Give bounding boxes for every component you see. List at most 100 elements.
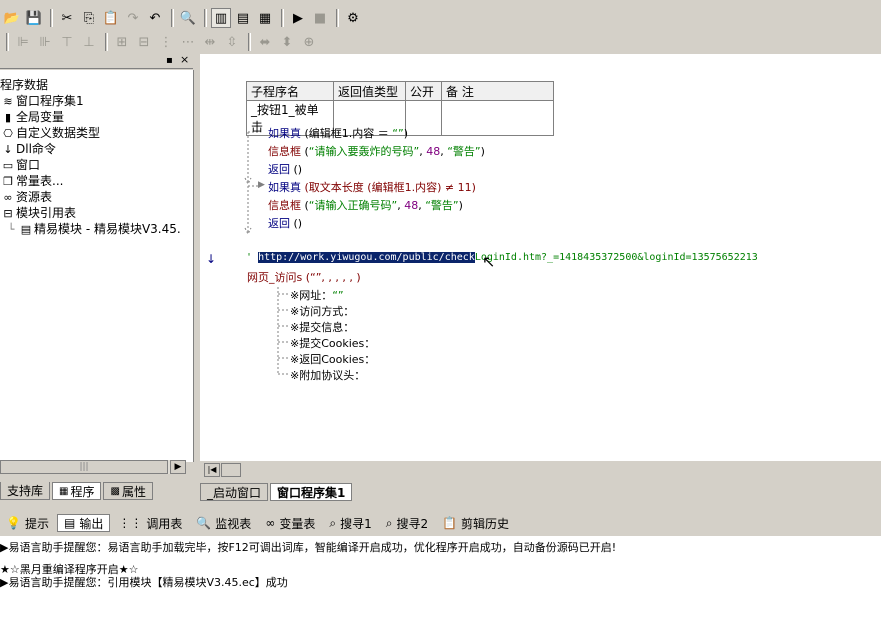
save-icon[interactable]: 💾 <box>24 8 44 28</box>
selected-text[interactable]: http://work.yiwugou.com/public/check <box>258 252 475 263</box>
param-6[interactable]: ※附加协议头： <box>290 367 365 383</box>
stop-icon[interactable]: ■ <box>310 8 330 28</box>
tab-call-table[interactable]: ⋮⋮ 调用表 <box>112 514 189 532</box>
keyword: 返回 <box>268 217 290 230</box>
output-line: ▶易语言助手提醒您：易语言助手加载完毕，按F12可调出词库，智能编译开启成功，优… <box>0 541 617 554</box>
program-tree: 程序数据 ≋ 窗口程序集1 ▮ 全局变量 ⎔ 自定义数据类型 ↓ Dll命令 ▭ 窗口 ❒… <box>0 70 194 474</box>
datatype-icon: ⎔ <box>3 127 13 140</box>
code-line-2[interactable]: 信息框 (“请输入要轰炸的号码”, 48, “警告”) <box>268 143 485 159</box>
tab-label: 搜寻2 <box>396 516 429 531</box>
tree-item-constant[interactable]: ❒ 常量表... <box>0 173 63 189</box>
layout1-icon[interactable]: ▥ <box>211 8 231 28</box>
tab-support-lib[interactable]: 支持库 <box>0 482 51 500</box>
tree-item-global-var[interactable]: ▮ 全局变量 <box>0 109 64 125</box>
code-text: (取文本长度 (编辑框1.内容) ≠ 11) <box>301 181 476 194</box>
tree-item-window[interactable]: ▭ 窗口 <box>0 157 40 173</box>
copy-icon[interactable]: ⎘ <box>79 8 99 28</box>
pin-icon[interactable]: ▪ <box>166 55 173 66</box>
tree-item-label: 自定义数据类型 <box>16 126 101 140</box>
scroll-thumb[interactable] <box>221 463 241 477</box>
tab-label: 窗口程序集1 <box>277 485 346 500</box>
tab-search-2[interactable]: ⌕ 搜寻2 <box>379 514 435 532</box>
param-1[interactable]: ※网址：“” <box>290 287 344 303</box>
align-center-icon[interactable]: ⊪ <box>35 32 55 52</box>
output-panel[interactable]: ▶易语言助手提醒您：易语言助手加载完毕，按F12可调出词库，智能编译开启成功，优… <box>0 536 881 640</box>
layout3-icon[interactable]: ▦ <box>255 8 275 28</box>
tab-label: 调用表 <box>146 516 183 531</box>
scroll-left-icon[interactable]: |◀ <box>204 463 220 477</box>
scroll-thumb[interactable]: ||| <box>0 460 168 474</box>
code-text: ) <box>403 127 408 140</box>
hspace-icon[interactable]: ⋮ <box>156 32 176 52</box>
tab-startup-window[interactable]: _启动窗口 <box>200 483 269 501</box>
cut-icon[interactable]: ✂ <box>57 8 77 28</box>
center-h-icon[interactable]: ⬌ <box>255 32 275 52</box>
editor-hscrollbar[interactable]: |◀ <box>204 462 881 478</box>
tree-item-label: 窗口程序集1 <box>16 94 84 108</box>
comment-mark: ' <box>246 252 253 263</box>
same-height-icon[interactable]: ⊟ <box>134 32 154 52</box>
keyword: 返回 <box>268 163 290 176</box>
tab-output[interactable]: ▤ 输出 <box>56 514 111 532</box>
param-value: “” <box>332 289 344 302</box>
tab-window-set-1[interactable]: 窗口程序集1 <box>270 483 353 501</box>
align-top-icon[interactable]: ⊤ <box>57 32 77 52</box>
left-hscrollbar[interactable]: ||| ▶ <box>0 460 186 474</box>
find-icon[interactable]: 🔍 <box>178 8 198 28</box>
tab-variables[interactable]: ∞ 变量表 <box>259 514 322 532</box>
url-text: LoginId.htm?_=1418435372500&loginId=1357… <box>474 252 758 263</box>
code-line-1[interactable]: 如果真 (编辑框1.内容 ＝ “”) <box>268 125 408 141</box>
param-3[interactable]: ※提交信息： <box>290 319 354 335</box>
align-left-icon[interactable]: ⊫ <box>13 32 33 52</box>
tree-item-datatype[interactable]: ⎔ 自定义数据类型 <box>0 125 100 141</box>
expand-arrow-icon[interactable]: ▶ <box>258 180 265 190</box>
tab-program[interactable]: ▦ 程序 <box>52 482 102 500</box>
tree-item-module-file[interactable]: └ ▤ 精易模块 - 精易模块V3.45. <box>4 221 181 237</box>
redo-icon[interactable]: ↷ <box>123 8 143 28</box>
tree-item-module[interactable]: ⊟ 模块引用表 <box>0 205 76 221</box>
close-icon[interactable]: × <box>180 53 189 66</box>
paste-icon[interactable]: 📋 <box>101 8 121 28</box>
tree-item-resource[interactable]: ∞ 资源表 <box>0 189 52 205</box>
align-bottom-icon[interactable]: ⊥ <box>79 32 99 52</box>
code-line-5[interactable]: 信息框 (“请输入正确号码”, 48, “警告”) <box>268 197 463 213</box>
tab-clip-history[interactable]: 📋 剪辑历史 <box>436 514 516 532</box>
code-line-url[interactable]: ' http://work.yiwugou.com/public/checkLo… <box>246 252 758 263</box>
tree-item-label: 窗口 <box>16 158 41 172</box>
tree-item-window-set[interactable]: ≋ 窗口程序集1 <box>0 93 84 109</box>
code-line-4[interactable]: 如果真 (取文本长度 (编辑框1.内容) ≠ 11) <box>268 179 476 195</box>
separator <box>336 9 339 27</box>
window-set-icon: ≋ <box>3 95 13 108</box>
param-label: ※附加协议头： <box>290 369 366 382</box>
equal-v-icon[interactable]: ⇳ <box>222 32 242 52</box>
run-icon[interactable]: ▶ <box>288 8 308 28</box>
open-icon[interactable]: 📂 <box>2 8 22 28</box>
vspace-icon[interactable]: ⋯ <box>178 32 198 52</box>
code-line-call[interactable]: 网页_访问s (“”, , , , , ) <box>247 269 361 285</box>
same-width-icon[interactable]: ⊞ <box>112 32 132 52</box>
layout2-icon[interactable]: ▤ <box>233 8 253 28</box>
equal-h-icon[interactable]: ⇹ <box>200 32 220 52</box>
tab-hint[interactable]: 💡 提示 <box>0 514 55 532</box>
center-v-icon[interactable]: ⬍ <box>277 32 297 52</box>
tab-search-1[interactable]: ⌕ 搜寻1 <box>323 514 378 532</box>
param-4[interactable]: ※提交Cookies： <box>290 335 375 351</box>
param-2[interactable]: ※访问方式： <box>290 303 354 319</box>
tab-monitor[interactable]: 🔍 监视表 <box>190 514 258 532</box>
code-editor[interactable]: 子程序名 返回值类型 公开 备 注 _按钮1_被单击 ▶ 如果真 (编辑框1.内… <box>200 54 881 461</box>
scroll-right-icon[interactable]: ▶ <box>170 460 186 474</box>
left-panel-tabs: 支持库 ▦ 程序 ▩ 属性 <box>0 481 193 501</box>
tree-connector: └ <box>7 223 15 236</box>
compile-icon[interactable]: ⚙ <box>343 8 363 28</box>
param-5[interactable]: ※返回Cookies： <box>290 351 375 367</box>
center-both-icon[interactable]: ⊕ <box>299 32 319 52</box>
tree-item-dll[interactable]: ↓ Dll命令 <box>0 141 56 157</box>
undo-icon[interactable]: ↶ <box>145 8 165 28</box>
tree-root[interactable]: 程序数据 <box>0 77 48 93</box>
code-line-6[interactable]: 返回 () <box>268 215 302 231</box>
module-file-icon: ▤ <box>20 223 32 236</box>
code-line-3[interactable]: 返回 () <box>268 161 302 177</box>
param-label: ※提交信息： <box>290 321 355 334</box>
tab-properties[interactable]: ▩ 属性 <box>103 482 153 500</box>
code-text: () <box>290 163 303 176</box>
